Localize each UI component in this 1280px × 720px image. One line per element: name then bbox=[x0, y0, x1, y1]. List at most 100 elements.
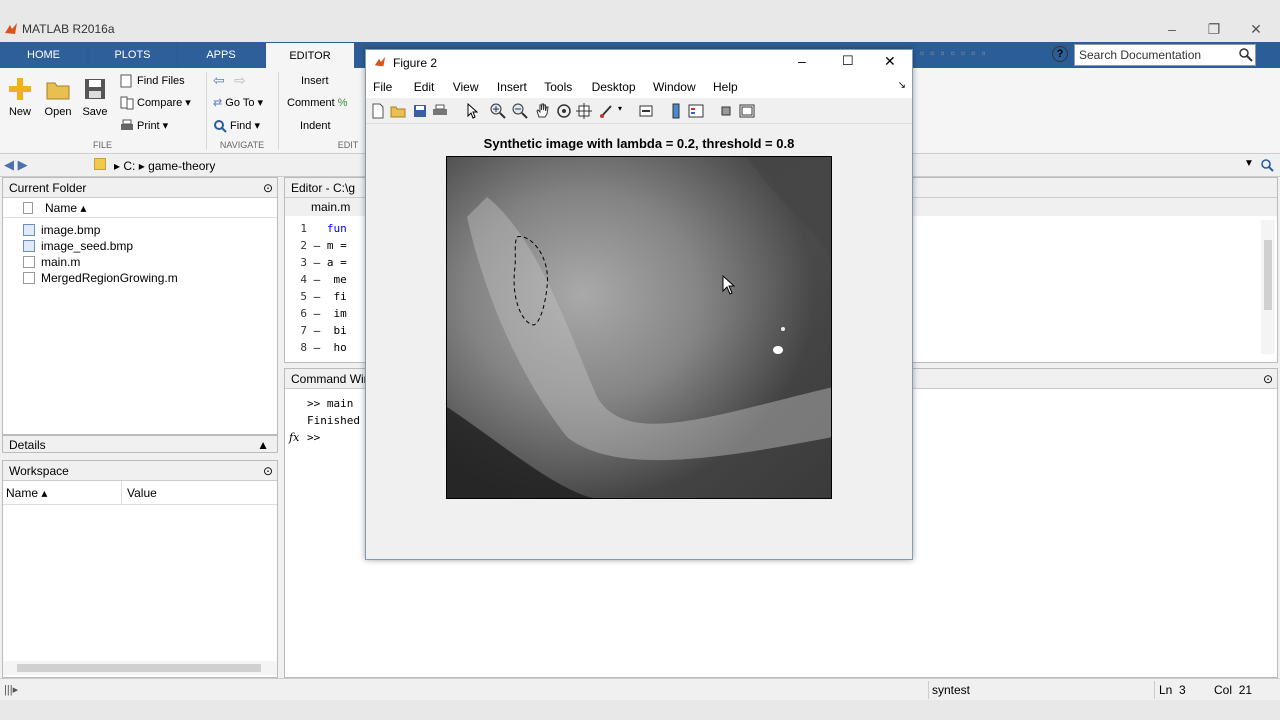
pointer-icon[interactable] bbox=[464, 103, 480, 119]
pan-hand-icon[interactable] bbox=[534, 103, 550, 119]
data-cursor-icon[interactable] bbox=[576, 103, 592, 119]
go-to-button[interactable]: ⇄ Go To ▾ bbox=[213, 94, 263, 112]
search-icon[interactable] bbox=[1238, 47, 1254, 63]
print-icon[interactable] bbox=[432, 103, 448, 119]
menu-desktop[interactable]: Desktop bbox=[592, 76, 636, 98]
menu-tools[interactable]: Tools bbox=[544, 76, 572, 98]
list-item[interactable]: image.bmp bbox=[3, 222, 277, 238]
line-number: 4 bbox=[300, 273, 307, 286]
nav-back-icon[interactable]: ◀ ▶ bbox=[4, 157, 28, 173]
help-icon[interactable]: ? bbox=[1052, 46, 1068, 62]
find-label: Find bbox=[230, 120, 252, 132]
comment-button[interactable]: Comment % bbox=[287, 94, 348, 112]
open-label: Open bbox=[44, 106, 72, 118]
file-column-icon bbox=[23, 202, 33, 214]
back-arrow-icon[interactable]: ⇦ bbox=[213, 72, 225, 89]
details-header[interactable]: Details ▲ bbox=[2, 435, 278, 453]
tab-home[interactable]: HOME bbox=[0, 42, 87, 68]
fx-icon[interactable]: fx bbox=[289, 429, 299, 446]
menu-view[interactable]: View bbox=[453, 76, 479, 98]
collapse-icon[interactable]: ▲ bbox=[257, 436, 269, 454]
zoom-out-icon[interactable] bbox=[512, 103, 528, 119]
line-marker: – bbox=[313, 341, 321, 354]
column-divider[interactable] bbox=[121, 481, 122, 505]
quick-access-toolbar[interactable]: ▫▫▫▫▫▫▫ bbox=[920, 46, 1070, 64]
figure-close-button[interactable]: ✕ bbox=[884, 53, 896, 70]
line-marker: – bbox=[313, 256, 321, 269]
current-folder-header: Current Folder ⊙ bbox=[3, 178, 277, 198]
menu-edit[interactable]: Edit bbox=[414, 76, 435, 98]
code-text: fi bbox=[333, 290, 347, 303]
save-button[interactable]: Save bbox=[77, 74, 113, 118]
mouse-cursor-icon bbox=[722, 275, 736, 295]
figure-maximize-button[interactable]: ☐ bbox=[842, 53, 854, 69]
insert-button[interactable]: Insert bbox=[301, 72, 329, 90]
rotate-3d-icon[interactable] bbox=[556, 103, 572, 119]
open-button[interactable]: Open bbox=[40, 74, 76, 118]
hide-plot-tools-icon[interactable] bbox=[718, 103, 734, 119]
breadcrumb[interactable]: ▸ C: ▸ game-theory bbox=[114, 159, 215, 173]
restore-button[interactable]: ❐ bbox=[1194, 18, 1234, 40]
list-item[interactable]: image_seed.bmp bbox=[3, 238, 277, 254]
vertical-scrollbar[interactable] bbox=[1261, 220, 1275, 354]
floppy-icon bbox=[85, 79, 105, 99]
menu-insert[interactable]: Insert bbox=[497, 76, 527, 98]
legend-icon[interactable] bbox=[688, 103, 704, 119]
tab-editor[interactable]: EDITOR bbox=[266, 43, 354, 68]
figure-minimize-button[interactable]: – bbox=[798, 53, 806, 69]
brush-icon[interactable] bbox=[598, 103, 614, 119]
current-folder-title: Current Folder bbox=[9, 181, 87, 195]
line-number: 8 bbox=[300, 341, 307, 354]
figure-toolbar: ▾ bbox=[366, 98, 912, 124]
minimize-button[interactable]: – bbox=[1152, 18, 1192, 40]
search-documentation-input[interactable]: Search Documentation bbox=[1074, 44, 1256, 66]
find-button[interactable]: Find ▾ bbox=[213, 117, 260, 135]
brush-dropdown-icon[interactable]: ▾ bbox=[618, 104, 622, 113]
menu-window[interactable]: Window bbox=[653, 76, 696, 98]
address-dropdown-icon[interactable]: ▼ bbox=[1244, 158, 1254, 169]
column-indicator: Col 21 bbox=[1214, 681, 1280, 699]
workspace-value-column[interactable]: Value bbox=[127, 481, 157, 505]
workspace-name-column[interactable]: Name ▴ bbox=[6, 481, 47, 505]
tab-plots[interactable]: PLOTS bbox=[89, 42, 176, 68]
workspace-title: Workspace bbox=[9, 464, 69, 478]
panel-menu-icon[interactable]: ⊙ bbox=[263, 178, 273, 198]
menu-file[interactable]: File bbox=[373, 76, 392, 98]
indent-button[interactable]: Indent bbox=[300, 117, 331, 135]
dock-icon[interactable]: ↘ bbox=[898, 80, 906, 91]
horizontal-scrollbar[interactable] bbox=[3, 661, 277, 675]
panel-menu-icon[interactable]: ⊙ bbox=[1263, 369, 1273, 389]
code-text: fun bbox=[326, 222, 347, 235]
print-button[interactable]: Print ▾ bbox=[120, 117, 168, 135]
code-text: bi bbox=[333, 324, 347, 337]
panel-menu-icon[interactable]: ⊙ bbox=[263, 461, 273, 481]
list-item[interactable]: MergedRegionGrowing.m bbox=[3, 270, 277, 286]
show-plot-tools-icon[interactable] bbox=[739, 103, 755, 119]
new-label: New bbox=[8, 106, 31, 118]
name-column-header[interactable]: Name ▴ bbox=[3, 198, 277, 218]
plot-title: Synthetic image with lambda = 0.2, thres… bbox=[483, 136, 795, 151]
link-plot-icon[interactable] bbox=[638, 103, 654, 119]
forward-arrow-icon[interactable]: ⇨ bbox=[234, 72, 246, 89]
colorbar-icon[interactable] bbox=[668, 103, 684, 119]
compare-button[interactable]: Compare ▾ bbox=[120, 94, 191, 112]
zoom-in-icon[interactable] bbox=[490, 103, 506, 119]
new-button[interactable]: New bbox=[2, 74, 38, 118]
new-figure-icon[interactable] bbox=[370, 103, 386, 119]
scrollbar-thumb[interactable] bbox=[17, 664, 261, 672]
figure-window[interactable]: Figure 2 – ☐ ✕ File Edit View Insert Too… bbox=[365, 49, 913, 560]
address-search-icon[interactable] bbox=[1260, 158, 1274, 172]
grayscale-image[interactable] bbox=[446, 156, 832, 499]
column-label: Col bbox=[1214, 683, 1233, 697]
tab-apps[interactable]: APPS bbox=[178, 42, 264, 68]
menu-help[interactable]: Help bbox=[713, 76, 738, 98]
save-icon[interactable] bbox=[412, 103, 428, 119]
close-button[interactable]: ✕ bbox=[1236, 18, 1276, 40]
find-files-button[interactable]: Find Files bbox=[120, 72, 185, 90]
workspace-columns: Name ▴ Value bbox=[3, 481, 277, 505]
scrollbar-thumb[interactable] bbox=[1264, 240, 1272, 310]
open-icon[interactable] bbox=[390, 103, 406, 119]
list-item[interactable]: main.m bbox=[3, 254, 277, 270]
find-files-icon bbox=[120, 74, 132, 88]
line-marker: – bbox=[313, 307, 321, 320]
